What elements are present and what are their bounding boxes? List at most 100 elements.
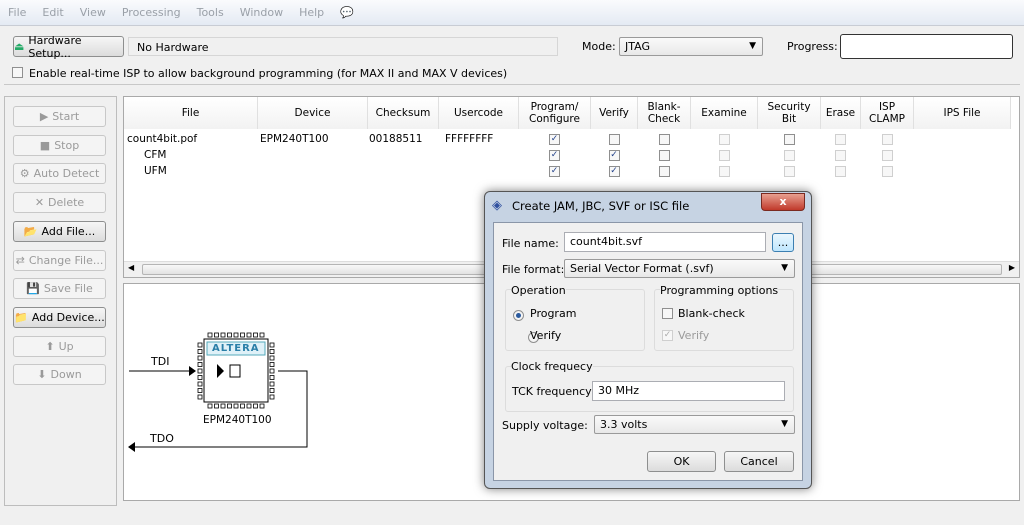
realtime-isp-checkbox[interactable] [12,67,23,78]
table-checkbox[interactable]: ✓ [608,166,620,177]
tdi-arrow-icon [189,366,196,376]
up-arrow-icon: ⬆ [45,339,55,353]
table-row[interactable]: CFM ✓ ✓ [124,148,1019,164]
tck-label: TCK frequency: [512,385,595,398]
menu-processing[interactable]: Processing [122,6,181,19]
operation-group [505,289,645,351]
start-icon: ▶ [39,110,49,123]
create-file-dialog: ◈ Create JAM, JBC, SVF or ISC file x Fil… [484,191,812,489]
ok-button[interactable]: OK [647,451,716,472]
table-checkbox [718,134,730,145]
hardware-icon: ⏏ [14,40,25,53]
realtime-isp-label: Enable real-time ISP to allow background… [29,67,508,80]
column-header[interactable]: Checksum [368,97,439,129]
column-header[interactable]: Blank- Check [638,97,691,129]
column-header[interactable]: Program/ Configure [519,97,591,129]
app-icon: ◈ [492,198,502,213]
file-format-select[interactable]: Serial Vector Format (.svf) ▼ [564,259,795,278]
menu-edit[interactable]: Edit [42,6,63,19]
verify-option-label: Verify [678,329,710,342]
column-header[interactable]: ISP CLAMP [861,97,914,129]
column-header[interactable]: Device [258,97,368,129]
file-name-label: File name: [502,237,559,250]
table-checkbox [881,134,893,145]
side-button-add-file[interactable]: 📂 Add File... [13,220,106,242]
file-format-label: File format: [502,263,565,276]
verify-checkbox: ✓ [662,330,673,341]
table-checkbox [835,150,846,161]
progress-label: Progress: [787,40,838,53]
hardware-field: No Hardware [128,37,558,56]
progress-bar [840,34,1013,59]
table-checkbox[interactable] [783,134,795,145]
side-button-down[interactable]: ⬇ Down [13,364,106,386]
table-checkbox[interactable] [608,134,620,145]
table-checkbox [783,166,795,177]
column-header[interactable]: Erase [821,97,861,129]
cell-file: CFM [144,149,167,161]
cell-checksum: 00188511 [369,133,423,145]
supply-voltage-select[interactable]: 3.3 volts ▼ [594,415,795,434]
tdi-label: TDI [151,355,170,368]
feedback-icon[interactable]: 💬 [340,6,354,19]
column-header[interactable]: Examine [691,97,758,129]
column-header[interactable]: Usercode [439,97,519,129]
cell-file: UFM [144,165,167,177]
cancel-button[interactable]: Cancel [724,451,794,472]
verify-label: Verify [530,329,562,342]
file-name-input[interactable]: count4bit.svf [564,232,766,252]
clock-label: Clock frequecy [511,360,593,373]
table-checkbox[interactable] [658,166,670,177]
side-button-delete[interactable]: ✕ Delete [13,192,106,214]
table-checkbox[interactable]: ✓ [608,150,620,161]
table-checkbox[interactable]: ✓ [549,150,560,161]
table-checkbox[interactable] [658,150,670,161]
mode-select[interactable]: JTAG ▼ [619,37,763,56]
table-checkbox[interactable] [658,134,670,145]
column-header[interactable]: Verify [591,97,638,129]
table-row[interactable]: UFM ✓ ✓ [124,164,1019,180]
table-row[interactable]: count4bit.pof EPM240T100 00188511 FFFFFFFF ✓ [124,132,1019,148]
side-button-add-device[interactable]: 📁 Add Device... [13,306,106,328]
chevron-down-icon: ▼ [781,263,788,273]
table-checkbox[interactable]: ✓ [549,134,560,145]
cell-device: EPM240T100 [260,133,329,145]
side-button-up[interactable]: ⬆ Up [13,335,106,357]
close-button[interactable]: x [761,193,805,211]
menu-help[interactable]: Help [299,6,324,19]
menu-tools[interactable]: Tools [197,6,224,19]
program-radio[interactable] [513,309,524,321]
column-header[interactable]: Security Bit [758,97,821,129]
dialog-body: File name: count4bit.svf ... File format… [493,222,803,481]
down-arrow-icon: ⬇ [37,368,47,382]
side-toolbar: ▶ Start ■ Stop ⚙ Auto Detect ✕ Delete 📂 Add File.… [4,96,117,506]
tdo-label: TDO [150,432,174,445]
table-checkbox[interactable]: ✓ [549,166,560,177]
blank-check-checkbox[interactable] [662,308,673,319]
supply-voltage-label: Supply voltage: [502,419,588,432]
cell-file: count4bit.pof [127,133,198,145]
menu-file[interactable]: File [8,6,26,19]
side-button-save-file[interactable]: 💾 Save File [13,278,106,300]
side-button-stop[interactable]: ■ Stop [13,134,106,156]
menu-window[interactable]: Window [240,6,283,19]
table-checkbox [881,166,893,177]
scroll-right-icon[interactable]: ▶ [1009,263,1015,272]
scroll-left-icon[interactable]: ◀ [128,263,134,272]
cell-usercode: FFFFFFFF [445,133,494,145]
browse-button[interactable]: ... [772,233,794,252]
hardware-setup-button[interactable]: ⏏ Hardware Setup... [13,34,124,60]
device-label[interactable]: EPM240T100 [203,414,272,426]
side-button-auto-detect[interactable]: ⚙ Auto Detect [13,163,106,185]
delete-icon: ✕ [34,196,45,210]
side-button-start[interactable]: ▶ Start [13,106,106,127]
menu-view[interactable]: View [80,6,106,19]
table-checkbox [835,166,846,177]
column-header[interactable]: IPS File [914,97,1011,129]
chevron-down-icon: ▼ [749,41,756,51]
column-header[interactable]: File [124,97,258,129]
blank-check-label: Blank-check [678,307,745,320]
side-button-change-file[interactable]: ⇄ Change File... [13,249,106,271]
programming-options-label: Programming options [660,284,779,297]
tck-frequency-input[interactable]: 30 MHz [592,381,785,401]
